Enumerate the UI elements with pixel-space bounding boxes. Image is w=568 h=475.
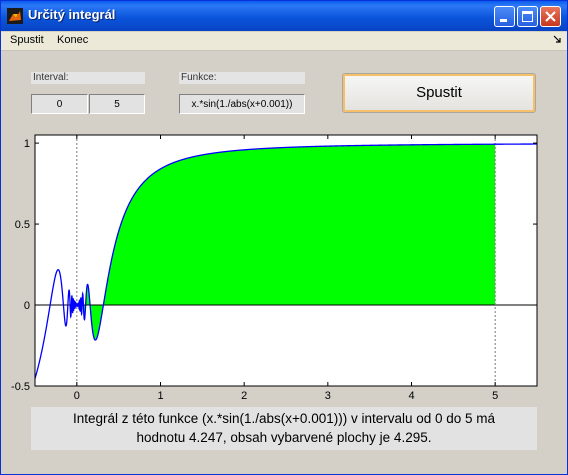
x-tick-label: 3 [325, 390, 331, 402]
y-tick-label: 0 [24, 300, 30, 312]
result-line-1: Integrál z této funkce (x.*sin(1./abs(x+… [72, 411, 496, 426]
figure-window: Určitý integrál Spustit Konec Interval: … [0, 0, 568, 475]
plot-axes[interactable]: 0 1 2 3 4 5 -0.5 0 0.5 1 [1, 1, 567, 474]
y-tick-label: 1 [24, 138, 30, 150]
result-text: Integrál z této funkce (x.*sin(1./abs(x+… [31, 407, 537, 450]
y-tick-label: -0.5 [11, 381, 30, 393]
x-tick-label: 1 [157, 390, 163, 402]
result-line-2: hodnotu 4.247, obsah vybarvené plochy je… [136, 430, 432, 445]
x-tick-label: 5 [492, 390, 498, 402]
x-tick-label: 0 [74, 390, 80, 402]
y-tick-label: 0.5 [15, 219, 30, 231]
x-tick-label: 2 [241, 390, 247, 402]
x-tick-label: 4 [408, 390, 414, 402]
